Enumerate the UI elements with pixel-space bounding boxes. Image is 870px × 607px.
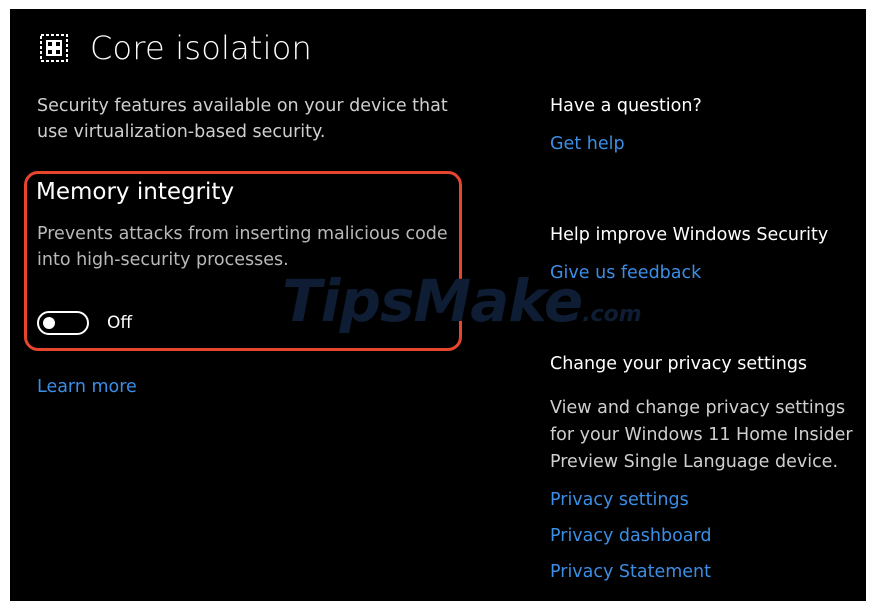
get-help-link[interactable]: Get help — [550, 134, 625, 154]
core-isolation-chip-icon — [40, 34, 68, 62]
give-feedback-link[interactable]: Give us feedback — [550, 263, 701, 283]
privacy-settings-link[interactable]: Privacy settings — [550, 490, 689, 510]
page-description: Security features available on your devi… — [37, 96, 448, 142]
core-isolation-window: Core isolation Security features availab… — [10, 9, 866, 601]
privacy-description: View and change privacy settings for you… — [550, 398, 853, 472]
watermark-suffix: .com — [582, 302, 642, 327]
have-a-question-heading: Have a question? — [550, 96, 702, 116]
memory-integrity-toggle-row[interactable]: Off — [37, 311, 132, 335]
memory-integrity-title: Memory integrity — [36, 179, 235, 205]
help-improve-heading: Help improve Windows Security — [550, 225, 829, 245]
privacy-dashboard-link[interactable]: Privacy dashboard — [550, 526, 712, 546]
privacy-heading: Change your privacy settings — [550, 354, 808, 374]
toggle-knob — [43, 317, 55, 329]
watermark-text: TipsMake — [282, 267, 583, 335]
memory-integrity-toggle[interactable] — [37, 311, 89, 335]
toggle-state-label: Off — [107, 313, 133, 333]
learn-more-link[interactable]: Learn more — [37, 377, 137, 397]
title-row: Core isolation — [38, 29, 312, 67]
privacy-statement-link[interactable]: Privacy Statement — [550, 562, 711, 582]
memory-integrity-description: Prevents attacks from inserting maliciou… — [37, 224, 448, 270]
page-title: Core isolation — [90, 29, 312, 67]
